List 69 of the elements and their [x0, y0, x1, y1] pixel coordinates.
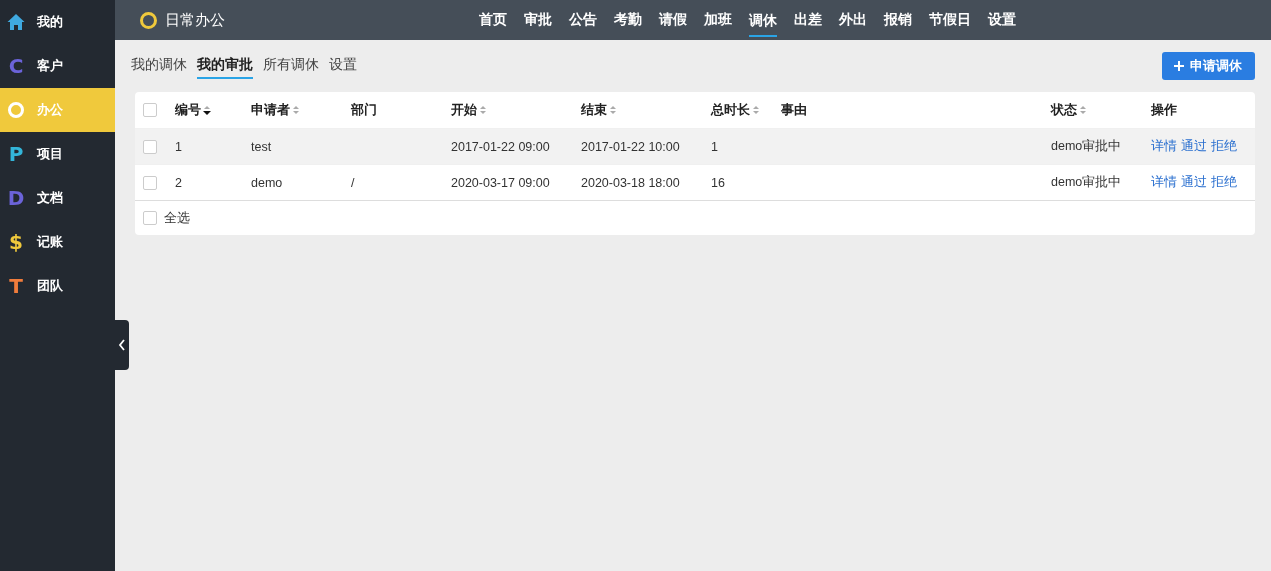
- apply-button[interactable]: 申请调休: [1162, 52, 1255, 80]
- nav-tab[interactable]: 节假日: [920, 0, 979, 40]
- table-cell-text: test: [251, 139, 273, 154]
- nav-tab[interactable]: 调休: [740, 0, 785, 40]
- letter-icon: C: [7, 57, 25, 75]
- action-link[interactable]: 详情: [1151, 138, 1177, 155]
- nav-tab[interactable]: 考勤: [605, 0, 650, 40]
- sidebar-item[interactable]: T 团队: [0, 264, 115, 308]
- action-link[interactable]: 通过: [1181, 174, 1207, 191]
- table-cell-text: demo审批中: [1051, 174, 1123, 191]
- nav-tab[interactable]: 请假: [650, 0, 695, 40]
- table-cell-text: 2020-03-18 18:00: [581, 175, 681, 190]
- table-cell-text: 16: [711, 175, 726, 190]
- column-header: 状态: [1051, 101, 1077, 119]
- tab[interactable]: 所有调休: [263, 53, 319, 79]
- sidebar-item[interactable]: C 客户: [0, 44, 115, 88]
- sort-icon[interactable]: [203, 105, 211, 115]
- table-cell-text: 2020-03-17 09:00: [451, 175, 551, 190]
- app-title: 日常办公: [165, 10, 225, 30]
- column-header: 开始: [451, 101, 477, 119]
- tab[interactable]: 我的调休: [131, 53, 187, 79]
- action-link[interactable]: 拒绝: [1211, 174, 1237, 191]
- sidebar-item[interactable]: P 项目: [0, 132, 115, 176]
- nav-tab[interactable]: 加班: [695, 0, 740, 40]
- table-cell-text: 1: [175, 139, 183, 154]
- table-cell-text: 2: [175, 175, 183, 190]
- action-link[interactable]: 拒绝: [1211, 138, 1237, 155]
- select-all-label[interactable]: 全选: [164, 209, 190, 227]
- checkbox[interactable]: [143, 139, 157, 154]
- ring-icon: [140, 11, 157, 29]
- nav-tab[interactable]: 外出: [830, 0, 875, 40]
- table-cell-text: demo: [251, 175, 284, 190]
- column-header: 结束: [581, 101, 607, 119]
- letter-icon: $: [7, 233, 25, 251]
- nav-tab[interactable]: 报销: [875, 0, 920, 40]
- chevron-left-icon: [118, 339, 126, 351]
- letter-icon: T: [7, 277, 25, 295]
- column-header: 事由: [781, 101, 807, 119]
- action-link[interactable]: 通过: [1181, 138, 1207, 155]
- checkbox[interactable]: [143, 211, 157, 225]
- letter-icon: D: [7, 189, 25, 207]
- column-header: 编号: [175, 101, 201, 119]
- checkbox[interactable]: [143, 175, 157, 190]
- nav-tab[interactable]: 公告: [560, 0, 605, 40]
- table-row[interactable]: 1 test 2017-01-22 09:00 2017-01-22 10:00 1 demo审批中 详情 通过 拒绝: [135, 128, 1255, 164]
- column-header: 申请者: [251, 101, 290, 119]
- plus-icon: [1174, 61, 1184, 71]
- action-link[interactable]: 详情: [1151, 174, 1177, 191]
- sidebar-item[interactable]: 我的: [0, 0, 115, 44]
- sidebar-item[interactable]: $ 记账: [0, 220, 115, 264]
- table-cell-text: /: [351, 175, 356, 190]
- sidebar-item[interactable]: D 文档: [0, 176, 115, 220]
- column-header: 操作: [1151, 101, 1177, 119]
- checkbox[interactable]: [143, 103, 157, 117]
- table-cell-text: 1: [711, 139, 719, 154]
- letter-icon: P: [7, 145, 25, 163]
- table-row[interactable]: 2 demo / 2020-03-17 09:00 2020-03-18 18:00 16 demo审批中 详情 通过 拒绝: [135, 164, 1255, 200]
- nav-tab[interactable]: 首页: [470, 0, 515, 40]
- nav-tab[interactable]: 审批: [515, 0, 560, 40]
- collapse-handle[interactable]: [115, 320, 129, 370]
- tab[interactable]: 我的审批: [197, 53, 253, 79]
- table-cell-text: 2017-01-22 10:00: [581, 139, 681, 154]
- tab[interactable]: 设置: [329, 53, 357, 79]
- table-cell-text: 2017-01-22 09:00: [451, 139, 551, 154]
- table-cell-text: demo审批中: [1051, 138, 1123, 155]
- nav-tab[interactable]: 设置: [979, 0, 1024, 40]
- column-header: 部门: [351, 101, 377, 119]
- column-header: 总时长: [711, 101, 750, 119]
- nav-tab[interactable]: 出差: [785, 0, 830, 40]
